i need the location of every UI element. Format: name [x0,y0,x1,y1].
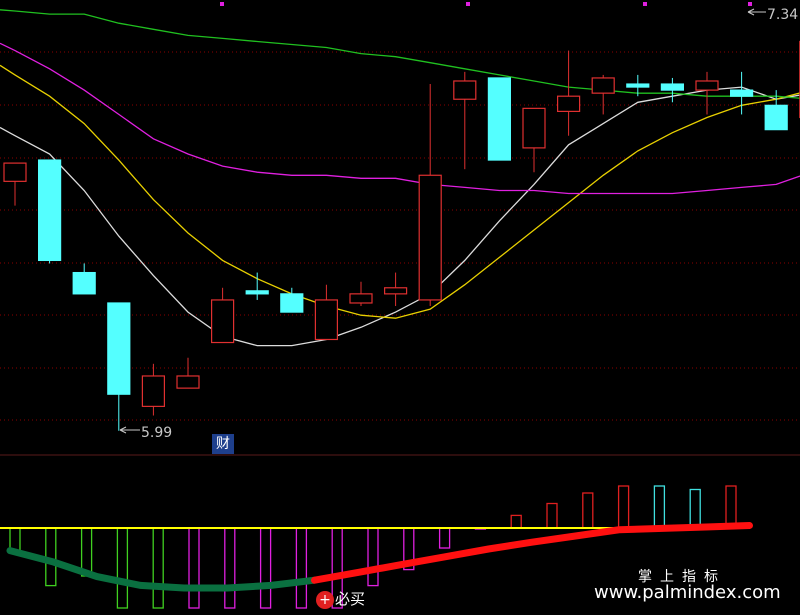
macd-bar [152,527,164,609]
macd-bar [689,488,701,529]
candle [591,74,615,115]
low-price-label: 5.99 [141,425,172,441]
ma-line-1 [0,64,800,319]
candle [556,50,581,136]
top-marker [748,2,752,6]
finance-tag[interactable]: 财 [212,434,234,454]
candle-body [591,77,615,94]
macd-bar [546,502,558,529]
candle [141,363,165,416]
moving-average-lines [0,9,800,347]
candle [453,71,477,170]
candle [384,272,408,307]
candle-body [72,271,96,295]
candle [3,162,27,206]
candle-body [453,80,477,100]
macd-bar [653,485,666,529]
candle-body [107,302,131,395]
low-arrow-icon [119,426,140,434]
candle [72,263,96,295]
macd-bar [582,492,594,529]
candle-body [349,293,373,304]
buy-signal-text: 必买 [335,590,366,608]
candle-body [141,375,165,407]
candle-body [245,290,269,295]
candle [176,357,200,389]
candle [245,272,269,300]
candle-body [280,293,304,313]
candle-body [729,89,754,97]
candle-body [695,80,719,91]
candle-body [211,299,235,344]
candle-body [660,83,685,91]
candle [280,287,304,313]
candle [211,287,235,344]
top-markers [220,2,752,6]
candle-body [764,104,788,131]
macd-bar [259,527,272,609]
candle-body [626,83,650,88]
macd-bar [295,527,308,609]
stock-chart: 5.99 7.34 [0,2,800,609]
watermark-url: www.palmindex.com [594,582,781,603]
candle [522,107,546,173]
candle-body [384,287,408,295]
candle [107,302,131,431]
candle [349,281,373,307]
ma-line-2 [0,42,800,195]
macd-bar [725,485,737,529]
candle-body [522,107,546,149]
candle-body [418,174,442,301]
candle [314,284,338,341]
buy-signal: + 必买 [316,588,365,610]
price-annotations: 5.99 7.34 [119,7,798,441]
candle [660,77,685,103]
high-arrow-icon [747,8,766,16]
buy-signal-icon: + [316,590,334,609]
macd-bar [188,527,200,609]
candle-body [3,162,27,182]
candle-body [487,77,511,161]
macd-bar [367,527,379,587]
candle [418,84,442,307]
top-marker [466,2,470,6]
macd-bar [510,514,522,529]
top-marker [220,2,224,6]
macd-bar [224,527,236,609]
high-price-label: 7.34 [767,7,798,23]
macd-bar [116,527,129,609]
candle [695,71,719,115]
candle-body [37,159,62,262]
candle-body [176,375,200,389]
top-marker [643,2,647,6]
candle-body [556,95,581,112]
candle [37,159,62,264]
candlesticks [3,40,800,431]
candle-body [314,299,338,341]
candle [487,77,511,161]
macd-bar [617,485,630,529]
macd-bar [438,527,451,549]
